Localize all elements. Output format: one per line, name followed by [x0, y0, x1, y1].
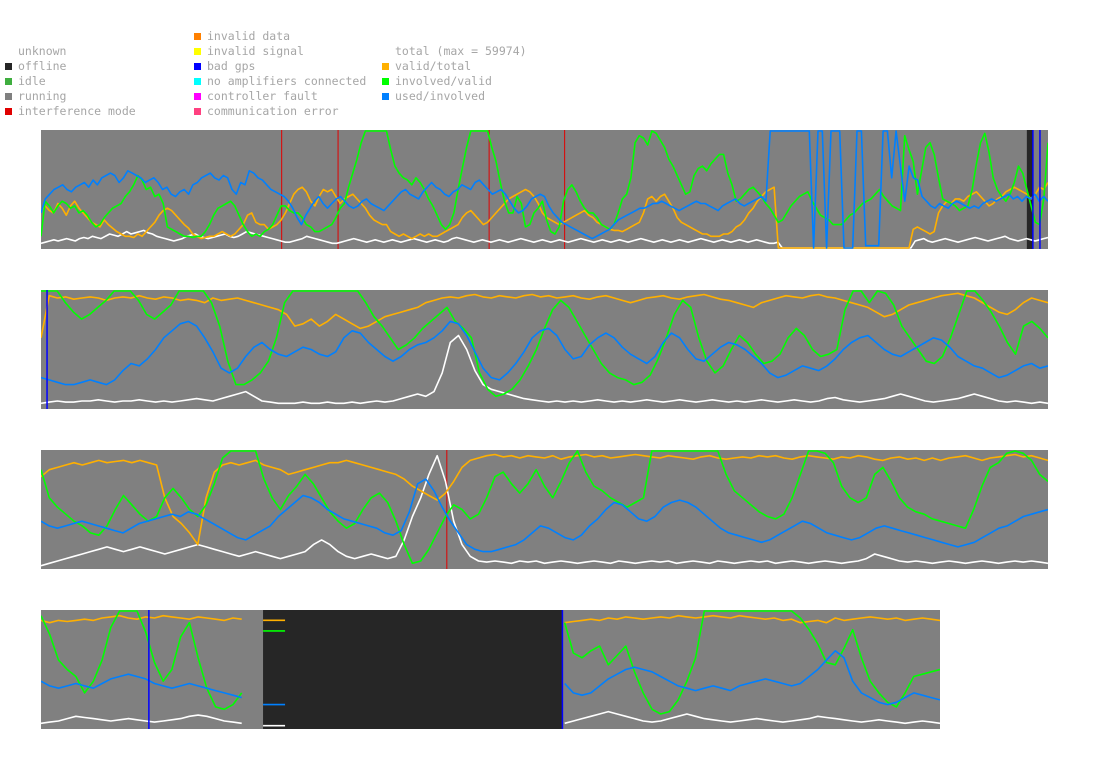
chart-panel-4 [41, 610, 940, 729]
chart-panel-2 [41, 290, 1048, 409]
plot-background [41, 450, 1048, 569]
chart-panel-3 [41, 450, 1048, 569]
state-band-offline [1026, 130, 1033, 249]
state-band-offline [263, 610, 563, 729]
chart-area [41, 130, 1048, 729]
chart-panel-1 [41, 130, 1048, 249]
plot-background [41, 130, 1048, 249]
plot-background [41, 290, 1048, 409]
